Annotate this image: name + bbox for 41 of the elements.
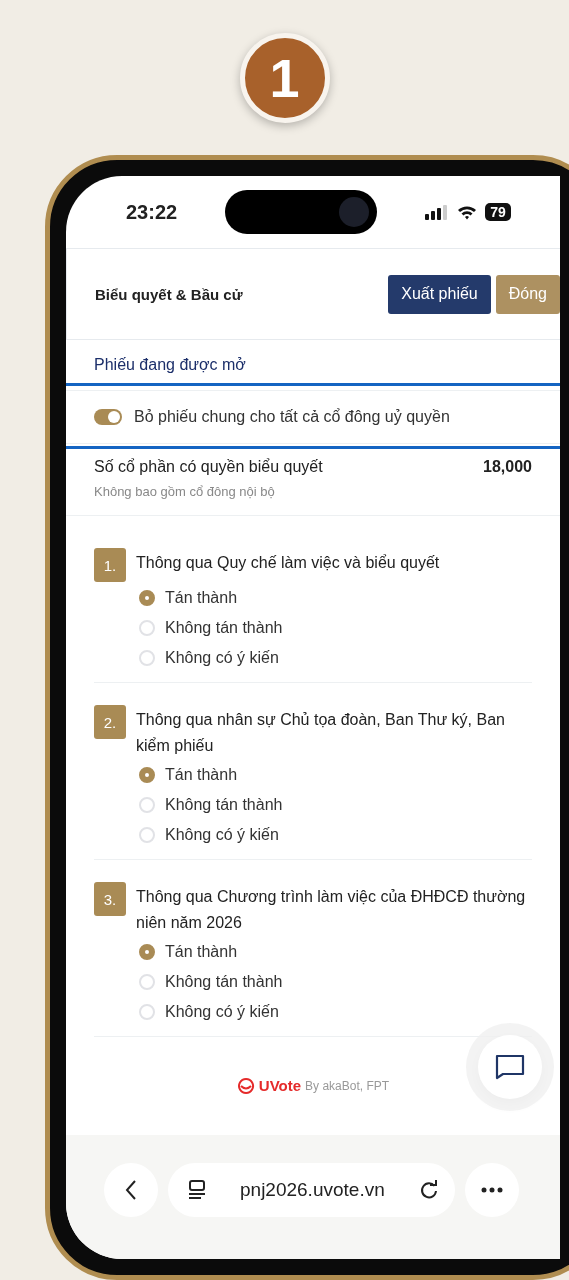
radio-button[interactable] (139, 767, 155, 783)
resolution-number: 3. (94, 882, 126, 916)
battery-indicator: 79 (485, 203, 511, 221)
chat-bubble-icon (495, 1054, 525, 1080)
signal-icon (425, 204, 450, 220)
option-label: Không tán thành (165, 796, 283, 814)
address-bar[interactable]: pnj2026.uvote.vn (168, 1163, 455, 1217)
option-label: Không tán thành (165, 619, 283, 637)
open-ballots-link[interactable]: Phiếu đang được mở (94, 356, 246, 374)
status-time: 23:22 (126, 200, 178, 224)
radio-button[interactable] (139, 944, 155, 960)
toggle-label: Bỏ phiếu chung cho tất cả cổ đông uỷ quyền (134, 408, 450, 426)
brand-name: UVote (258, 1077, 302, 1094)
option-label: Tán thành (165, 589, 238, 607)
brand-credit: By akaBot, FPT (305, 1078, 390, 1093)
shares-value: 18,000 (483, 458, 532, 476)
shares-label: Số cổ phần có quyền biểu quyết (94, 458, 323, 476)
resolution-title: Thông qua Chương trình làm việc của ĐHĐCĐ thường niên năm 2026 (136, 887, 527, 933)
shares-note: Không bao gồm cổ đông nội bộ (94, 484, 276, 499)
option-label: Không có ý kiến (165, 826, 279, 844)
resolution-number: 2. (94, 705, 126, 739)
option-label: Tán thành (165, 943, 238, 961)
option-label: Tán thành (165, 766, 238, 784)
option-label: Không tán thành (165, 973, 283, 991)
step-number-badge: 1 (239, 32, 330, 123)
reload-icon (418, 1180, 439, 1200)
smile-logo-icon (236, 1077, 255, 1094)
resolution-title: Thông qua Quy chế làm việc và biểu quyết (136, 553, 440, 573)
back-chevron-icon (125, 1180, 137, 1200)
header-button[interactable]: Xuất phiếu (388, 274, 491, 314)
resolution-title: Thông qua nhân sự Chủ tọa đoàn, Ban Thư ký, Ban kiểm phiếu (136, 710, 506, 756)
option-label: Không có ý kiến (165, 1003, 279, 1021)
option-label: Không có ý kiến (165, 649, 279, 667)
page-menu-icon (188, 1180, 206, 1200)
radio-button[interactable] (139, 590, 155, 606)
resolution-number: 1. (94, 548, 126, 582)
page-title: Biểu quyết & Bầu cử (95, 285, 243, 303)
wifi-icon (457, 204, 478, 220)
url-text: pnj2026.uvote.vn (240, 1179, 385, 1201)
toggle-switch[interactable] (94, 409, 122, 425)
more-dots-icon (480, 1187, 503, 1193)
